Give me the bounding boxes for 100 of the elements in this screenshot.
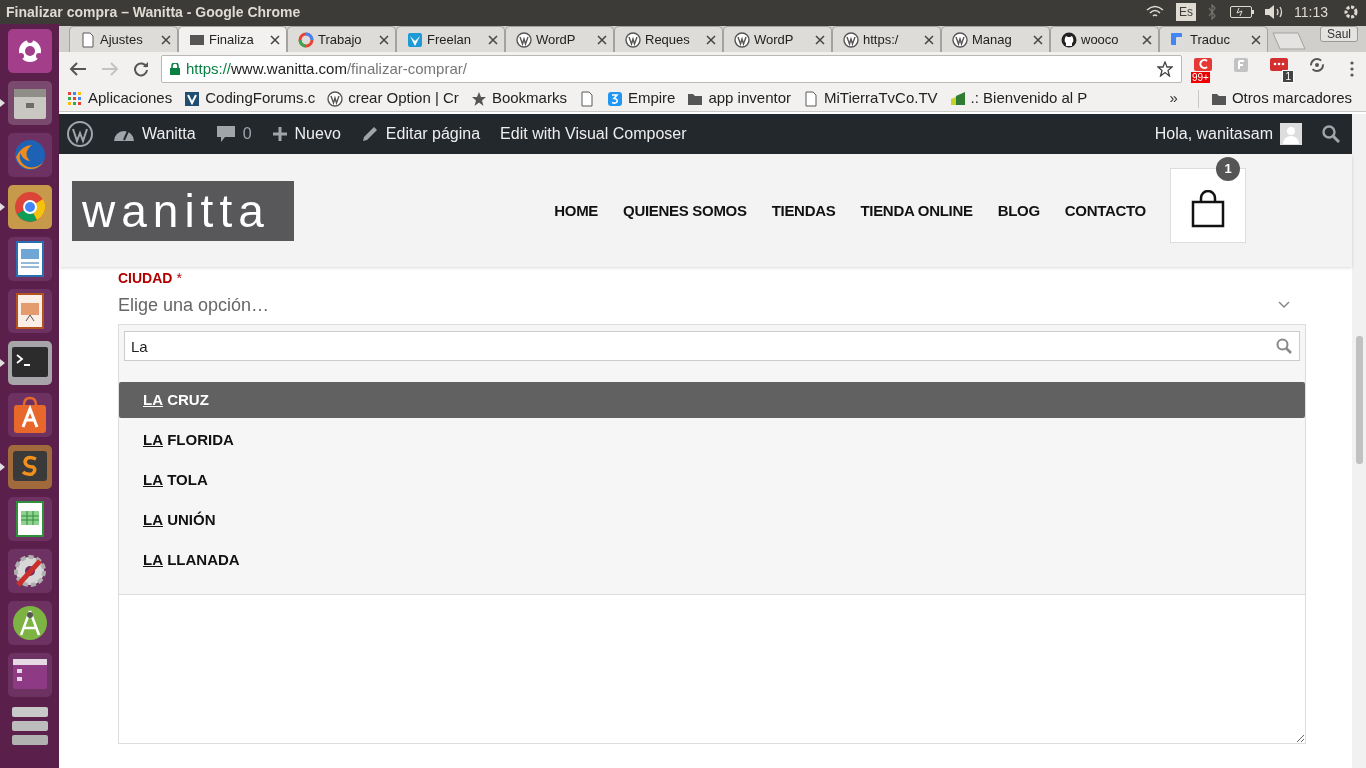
dropdown-option[interactable]: LA CRUZ	[119, 382, 1305, 418]
bookmark-item[interactable]: crear Option | Cr	[327, 87, 459, 110]
site-logo[interactable]: wanitta	[72, 180, 294, 241]
nav-link[interactable]: BLOG	[997, 200, 1040, 223]
close-icon[interactable]	[161, 34, 171, 45]
browser-tab[interactable]: Finaliza	[178, 26, 287, 52]
nav-link[interactable]: CONTACTO	[1064, 200, 1146, 223]
comment-count[interactable]: 0	[242, 122, 252, 146]
bookmark-item[interactable]: Bookmarks	[470, 87, 567, 110]
browser-tab[interactable]: Trabajo	[287, 26, 396, 52]
back-icon[interactable]	[69, 61, 87, 77]
compass-icon[interactable]	[7, 601, 52, 645]
close-icon[interactable]	[815, 34, 825, 45]
tab-title: Traduc	[1190, 30, 1231, 49]
menu-icon[interactable]	[1350, 61, 1354, 77]
close-icon[interactable]	[924, 34, 934, 45]
bluetooth-icon[interactable]	[1208, 4, 1216, 20]
tab-title: Ajustes	[100, 30, 144, 49]
search-icon[interactable]	[1322, 125, 1340, 143]
shopping-bag-icon	[1191, 189, 1225, 228]
letter-s-editor-icon[interactable]	[7, 445, 52, 489]
volume-icon[interactable]	[1264, 4, 1284, 20]
browser-tab[interactable]: WordP	[723, 26, 832, 52]
browser-tab[interactable]: https:/	[832, 26, 941, 52]
city-select[interactable]: Elige una opción…	[118, 289, 1298, 321]
star-icon	[470, 90, 487, 107]
url-text: https://www.wanitta.com/finalizar-comprar/	[186, 58, 468, 79]
ring-icon	[298, 31, 314, 48]
admin-bar-account-link[interactable]: Hola, wanitasam	[1154, 122, 1302, 146]
browser-tab[interactable]: wooco	[1050, 26, 1159, 52]
bookmark-item[interactable]: MiTierraTvCo.TV	[803, 87, 938, 110]
window-grid-icon[interactable]	[7, 653, 52, 697]
document-icon[interactable]	[7, 237, 52, 281]
battery-icon[interactable]	[1230, 6, 1254, 18]
browser-tab[interactable]: Ajustes	[69, 26, 178, 52]
browser-tab[interactable]: WordP	[505, 26, 614, 52]
plus-icon	[271, 126, 288, 142]
address-bar[interactable]: https://www.wanitta.com/finalizar-comprar/	[161, 55, 1182, 83]
ubuntu-logo-icon[interactable]	[7, 29, 52, 73]
number-badge-icon	[606, 90, 623, 107]
gear-wrench-icon[interactable]	[7, 549, 52, 593]
terminal-icon[interactable]	[7, 341, 52, 385]
close-icon[interactable]	[1251, 34, 1261, 45]
nav-link[interactable]: TIENDA ONLINE	[860, 200, 973, 223]
browser-tab[interactable]: Freelan	[396, 26, 505, 52]
keyboard-layout-indicator[interactable]: Es	[1176, 3, 1196, 21]
browser-tab[interactable]: Manag	[941, 26, 1050, 52]
admin-bar-edit-link[interactable]: Editar página	[360, 122, 481, 146]
nav-link[interactable]: HOME	[554, 200, 599, 223]
dropdown-option[interactable]: LA TOLA	[119, 462, 1305, 498]
close-icon[interactable]	[1142, 34, 1152, 45]
fox-globe-icon[interactable]	[7, 133, 52, 177]
extension-badge: 99+	[1191, 72, 1210, 83]
reload-icon[interactable]	[133, 61, 149, 77]
wifi-icon[interactable]	[1146, 5, 1164, 19]
tab-title: Trabajo	[318, 30, 363, 49]
settings-icon[interactable]	[1342, 3, 1360, 21]
close-icon[interactable]	[379, 34, 389, 45]
nav-link[interactable]: TIENDAS	[771, 200, 836, 223]
page-icon[interactable]	[578, 90, 595, 107]
admin-bar-site-link[interactable]: Wanitta	[113, 122, 196, 146]
wordpress-icon	[843, 31, 859, 48]
bookmark-item[interactable]: CodingForums.c	[184, 87, 316, 110]
file-cabinet-icon[interactable]	[7, 81, 52, 125]
admin-bar-new-link[interactable]: Nuevo	[271, 122, 341, 146]
spreadsheet-icon[interactable]	[7, 497, 52, 541]
shopping-bag-icon[interactable]	[7, 393, 52, 437]
scrollbar-thumb[interactable]	[1356, 336, 1363, 464]
wordpress-icon	[625, 31, 641, 48]
admin-bar-composer-link[interactable]: Edit with Visual Composer	[500, 122, 687, 146]
dots-extension-icon[interactable]	[1268, 58, 1290, 72]
bookmark-folder[interactable]: Otros marcadores	[1210, 87, 1352, 110]
close-icon[interactable]	[270, 34, 280, 45]
wordpress-icon	[952, 31, 968, 48]
github-icon	[1061, 31, 1077, 48]
page-icon	[803, 90, 819, 107]
search-field[interactable]: La	[124, 331, 1300, 361]
bookmark-item[interactable]: .: Bienvenido al P	[949, 87, 1088, 110]
dropdown-option[interactable]: LA UNIÓN	[119, 502, 1305, 538]
dropdown-option[interactable]: LA FLORIDA	[119, 422, 1305, 458]
bookmark-star-icon[interactable]	[1157, 61, 1173, 77]
bookmark-item[interactable]: Empire	[606, 87, 676, 110]
wordpress-logo-icon[interactable]	[67, 121, 93, 147]
comment-icon[interactable]	[215, 124, 236, 144]
dropdown-option[interactable]: LA LLANADA	[119, 542, 1305, 578]
clock[interactable]: 11:13	[1294, 1, 1328, 23]
presentation-icon[interactable]	[7, 289, 52, 333]
bookmarks-overflow-button[interactable]: »	[1169, 87, 1178, 110]
close-icon[interactable]	[488, 34, 498, 45]
browser-tab[interactable]: Reques	[614, 26, 723, 52]
tab-title: Freelan	[427, 30, 473, 49]
bookmark-item[interactable]: Aplicaciones	[67, 87, 173, 110]
browser-tab[interactable]: Traduc	[1159, 26, 1268, 52]
letter-c-extension-icon[interactable]	[1192, 58, 1214, 72]
profile-button[interactable]: Saul	[1319, 26, 1358, 42]
close-icon[interactable]	[597, 34, 607, 45]
bookmark-item[interactable]: app inventor	[687, 87, 791, 110]
close-icon[interactable]	[706, 34, 716, 45]
nav-link[interactable]: QUIENES SOMOS	[623, 200, 747, 223]
close-icon[interactable]	[1033, 34, 1043, 45]
